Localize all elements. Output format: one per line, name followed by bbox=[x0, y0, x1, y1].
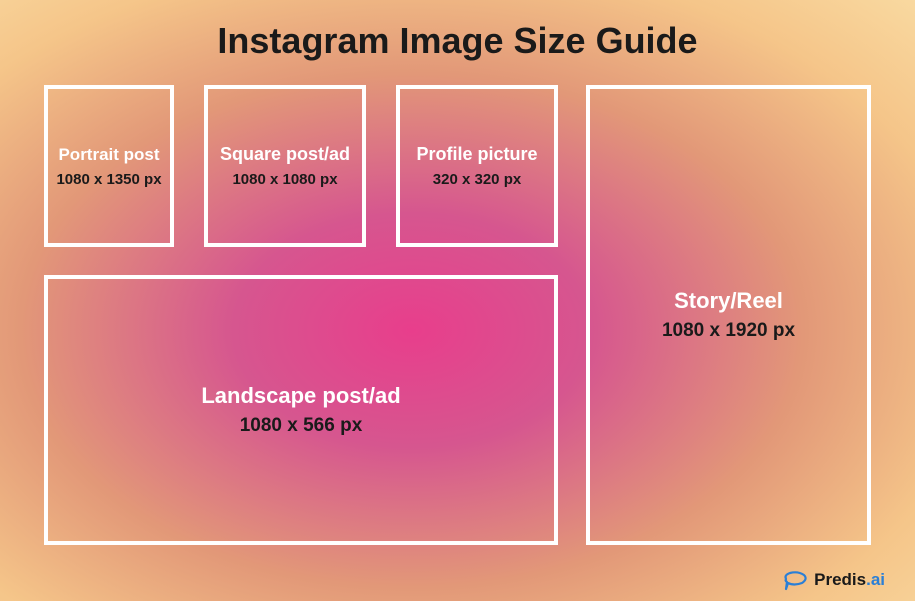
story-label: Story/Reel bbox=[674, 288, 783, 314]
profile-dimensions: 320 x 320 px bbox=[433, 171, 521, 188]
brand-name-blue: .ai bbox=[866, 570, 885, 589]
landscape-label: Landscape post/ad bbox=[201, 383, 400, 409]
square-label: Square post/ad bbox=[220, 144, 350, 165]
page-title: Instagram Image Size Guide bbox=[0, 0, 915, 62]
landscape-dimensions: 1080 x 566 px bbox=[240, 415, 363, 437]
box-profile-picture: Profile picture 320 x 320 px bbox=[396, 85, 558, 247]
portrait-dimensions: 1080 x 1350 px bbox=[56, 171, 161, 188]
brand-logo-icon bbox=[782, 569, 808, 591]
portrait-label: Portrait post bbox=[58, 145, 159, 165]
brand-footer: Predis.ai bbox=[782, 569, 885, 591]
box-story-reel: Story/Reel 1080 x 1920 px bbox=[586, 85, 871, 545]
box-landscape-post: Landscape post/ad 1080 x 566 px bbox=[44, 275, 558, 545]
brand-name-dark: Predis bbox=[814, 570, 866, 589]
size-guide-container: Portrait post 1080 x 1350 px Square post… bbox=[44, 85, 871, 561]
profile-label: Profile picture bbox=[416, 144, 537, 165]
box-portrait-post: Portrait post 1080 x 1350 px bbox=[44, 85, 174, 247]
square-dimensions: 1080 x 1080 px bbox=[232, 171, 337, 188]
story-dimensions: 1080 x 1920 px bbox=[662, 320, 795, 342]
brand-text: Predis.ai bbox=[814, 570, 885, 590]
box-square-post: Square post/ad 1080 x 1080 px bbox=[204, 85, 366, 247]
